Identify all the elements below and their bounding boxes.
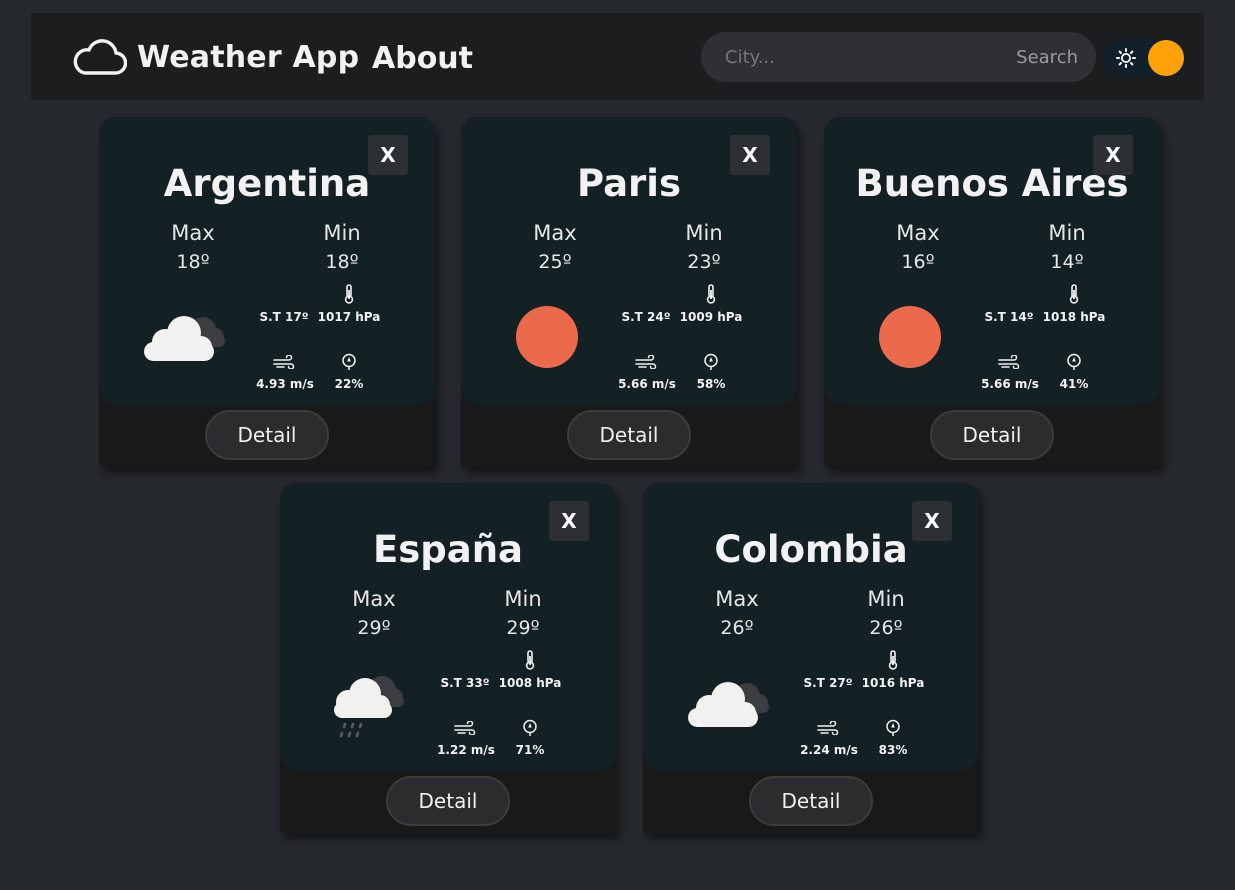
min-temp: 23º [687,251,721,273]
max-label: Max [171,221,215,245]
cloud-logo-icon [73,39,127,75]
detail-button[interactable]: Detail [205,410,329,460]
broken-clouds-icon [139,297,235,377]
min-label: Min [1048,221,1086,245]
brand-link[interactable]: Weather App [73,37,359,77]
city-card: X Colombia Max Min 26º 26º S.T 27º 1016 … [643,483,979,833]
thermometer-icon [886,650,900,670]
detail-button[interactable]: Detail [749,776,873,826]
wind-icon [998,355,1020,369]
city-card: X España Max Min 29º 29º S.T 33º 1008 hP… [280,483,616,833]
max-label: Max [896,221,940,245]
max-label: Max [533,221,577,245]
humidity: 58% [696,377,726,391]
card-top: X Colombia Max Min 26º 26º S.T 27º 1016 … [643,483,979,771]
city-name: Paris [576,162,682,205]
humidity-icon [1066,353,1082,371]
app-title: Weather App [137,39,360,75]
min-temp: 26º [869,617,903,639]
sun-icon [1116,48,1136,68]
theme-toggle[interactable] [1103,39,1186,77]
city-name: Argentina [163,162,371,205]
max-temp: 18º [176,251,210,273]
wind-speed: 1.22 m/s [437,743,495,757]
card-top: X Argentina Max Min 18º 18º S.T 17º 1017… [99,117,435,405]
wind-speed: 2.24 m/s [800,743,858,757]
search-bar: Search [701,32,1096,82]
about-link[interactable]: About [372,41,473,76]
rain-cloud-icon [320,663,416,743]
wind-icon [273,355,295,369]
max-temp: 25º [538,251,572,273]
sun-icon [864,297,960,377]
thermometer-icon [342,284,356,304]
min-label: Min [867,587,905,611]
thermometer-icon [523,650,537,670]
broken-clouds-icon [683,663,779,743]
pressure: 1016 hPa [861,676,925,690]
humidity: 83% [878,743,908,757]
thermometer-icon [704,284,718,304]
humidity-icon [703,353,719,371]
min-temp: 29º [506,617,540,639]
wind-speed: 5.66 m/s [618,377,676,391]
humidity: 41% [1059,377,1089,391]
min-label: Min [323,221,361,245]
detail-button[interactable]: Detail [386,776,510,826]
min-temp: 18º [325,251,359,273]
humidity-icon [885,719,901,737]
city-card: X Argentina Max Min 18º 18º S.T 17º 1017… [99,117,435,467]
city-card: X Paris Max Min 25º 23º S.T 24º 1009 hPa… [461,117,797,467]
max-label: Max [352,587,396,611]
detail-button[interactable]: Detail [930,410,1054,460]
pressure: 1018 hPa [1042,310,1106,324]
toggle-knob [1148,40,1184,76]
humidity-icon [341,353,357,371]
thermometer-icon [1067,284,1081,304]
navbar: Weather App About Search [31,13,1204,100]
sun-icon [501,297,597,377]
min-label: Min [685,221,723,245]
max-temp: 26º [720,617,754,639]
humidity-icon [522,719,538,737]
max-label: Max [715,587,759,611]
pressure: 1008 hPa [498,676,562,690]
city-name: Buenos Aires [855,162,1129,205]
city-name: España [372,528,524,571]
min-temp: 14º [1050,251,1084,273]
search-button[interactable]: Search [1016,47,1096,68]
city-name: Colombia [714,528,908,571]
humidity: 22% [334,377,364,391]
city-card: X Buenos Aires Max Min 16º 14º S.T 14º 1… [824,117,1160,467]
wind-speed: 4.93 m/s [256,377,314,391]
max-temp: 29º [357,617,391,639]
wind-icon [635,355,657,369]
humidity: 71% [515,743,545,757]
wind-icon [817,721,839,735]
min-label: Min [504,587,542,611]
wind-icon [454,721,476,735]
detail-button[interactable]: Detail [567,410,691,460]
pressure: 1017 hPa [317,310,381,324]
card-top: X Paris Max Min 25º 23º S.T 24º 1009 hPa… [461,117,797,405]
card-top: X España Max Min 29º 29º S.T 33º 1008 hP… [280,483,616,771]
max-temp: 16º [901,251,935,273]
wind-speed: 5.66 m/s [981,377,1039,391]
pressure: 1009 hPa [679,310,743,324]
search-input[interactable] [701,32,1017,82]
card-top: X Buenos Aires Max Min 16º 14º S.T 14º 1… [824,117,1160,405]
